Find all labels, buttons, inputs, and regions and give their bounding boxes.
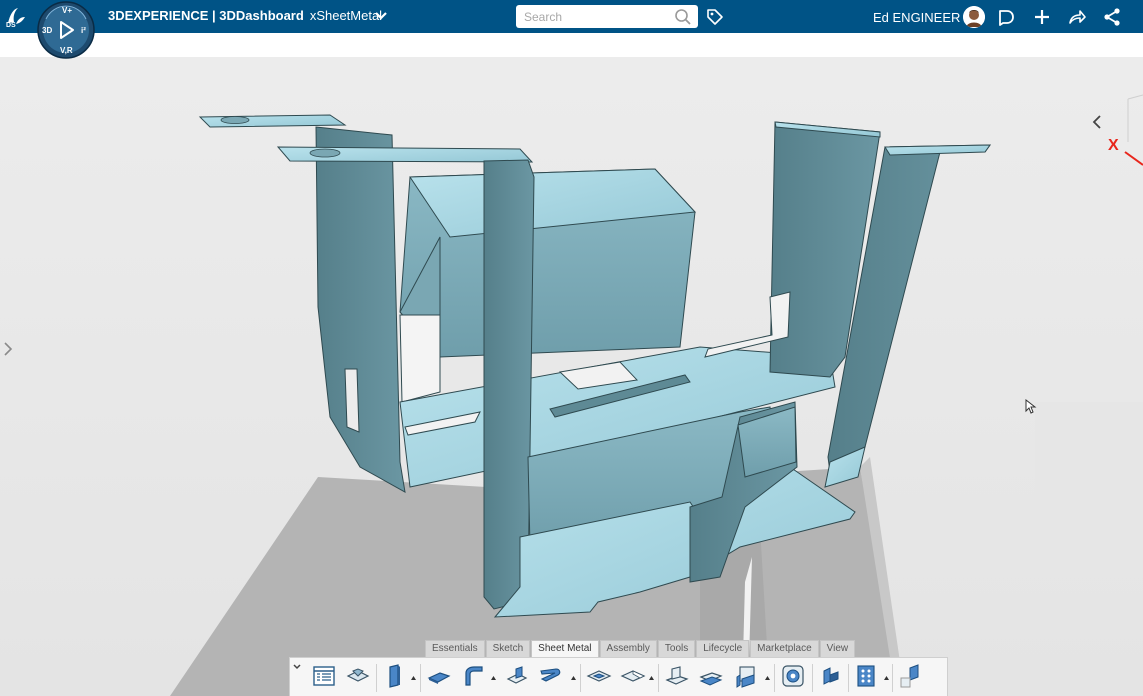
feature-tree-icon[interactable] — [311, 663, 337, 689]
tag-icon[interactable] — [706, 8, 724, 26]
chevron-down-icon[interactable] — [374, 10, 388, 22]
more-options-icon[interactable] — [491, 676, 496, 681]
chevron-down-icon[interactable] — [292, 662, 302, 672]
search-input[interactable] — [516, 5, 698, 28]
stamp-icon[interactable] — [586, 663, 612, 689]
feedback-icon[interactable] — [996, 7, 1016, 27]
header-strip — [0, 33, 1143, 57]
user-name[interactable]: Ed ENGINEER — [873, 10, 960, 25]
action-bar-tabs: Essentials Sketch Sheet Metal Assembly T… — [425, 640, 856, 657]
share-arrow-icon[interactable] — [1067, 7, 1087, 27]
app-name: xSheetMetal — [309, 8, 383, 23]
flat-view-icon[interactable] — [734, 663, 760, 689]
compass-top-label: V+ — [62, 6, 72, 15]
more-options-icon[interactable] — [571, 676, 576, 681]
compass-icon[interactable]: V+ 3D i² V,R — [36, 1, 96, 59]
pattern-icon[interactable] — [818, 663, 844, 689]
avatar[interactable] — [963, 6, 985, 28]
compass-left-label: 3D — [42, 26, 52, 35]
more-options-icon[interactable] — [649, 676, 654, 681]
cutout-icon[interactable] — [620, 663, 646, 689]
unfold-icon[interactable] — [664, 663, 690, 689]
platform-title: 3DEXPERIENCE | 3DDashboard — [108, 8, 304, 23]
chevron-right-icon[interactable] — [2, 341, 14, 357]
dassault-logo-icon[interactable]: DS — [4, 3, 30, 29]
svg-text:DS: DS — [6, 22, 16, 29]
3d-viewport[interactable]: X — [0, 57, 1143, 696]
sheet-metal-parameters-icon[interactable] — [345, 663, 371, 689]
chevron-left-icon[interactable] — [1090, 114, 1104, 130]
front-top-tab — [276, 146, 534, 163]
more-options-icon[interactable] — [411, 676, 416, 681]
tab-view[interactable]: View — [819, 640, 856, 657]
bend-icon[interactable] — [460, 663, 486, 689]
tab-marketplace[interactable]: Marketplace — [750, 640, 819, 657]
flange-icon[interactable] — [426, 663, 452, 689]
tab-assembly[interactable]: Assembly — [599, 640, 657, 657]
viewport-panel-ghost — [1035, 402, 1143, 500]
tab-essentials[interactable]: Essentials — [425, 640, 485, 657]
tab-lifecycle[interactable]: Lifecycle — [696, 640, 750, 657]
more-options-icon[interactable] — [765, 676, 770, 681]
app-title[interactable]: 3DEXPERIENCE | 3DDashboard xSheetMetal — [108, 8, 382, 24]
hem-icon[interactable] — [538, 663, 564, 689]
social-share-icon[interactable] — [1102, 7, 1122, 27]
action-bar — [289, 657, 948, 696]
hole-pattern-icon[interactable] — [854, 663, 880, 689]
sheet-metal-part-model[interactable] — [0, 57, 1143, 696]
corner-relief-icon[interactable] — [504, 663, 530, 689]
more-options-icon[interactable] — [884, 676, 889, 681]
top-bar: DS 3DEXPERIENCE | 3DDashboard xSheetMetal… — [0, 0, 1143, 33]
compass-right-label: i² — [81, 26, 86, 35]
mouse-cursor-icon — [1025, 399, 1037, 414]
tab-sheet-metal[interactable]: Sheet Metal — [531, 640, 599, 657]
left-top-tab — [198, 114, 347, 128]
tab-tools[interactable]: Tools — [657, 640, 696, 657]
search-icon[interactable] — [674, 8, 692, 26]
axis-x-label: X — [1108, 137, 1119, 154]
wall-icon[interactable] — [382, 663, 408, 689]
add-part-icon[interactable] — [898, 663, 924, 689]
tab-sketch[interactable]: Sketch — [485, 640, 531, 657]
compass-bottom-label: V,R — [60, 46, 73, 55]
fold-icon[interactable] — [698, 663, 724, 689]
add-icon[interactable] — [1032, 7, 1052, 27]
recognize-icon[interactable] — [780, 663, 806, 689]
